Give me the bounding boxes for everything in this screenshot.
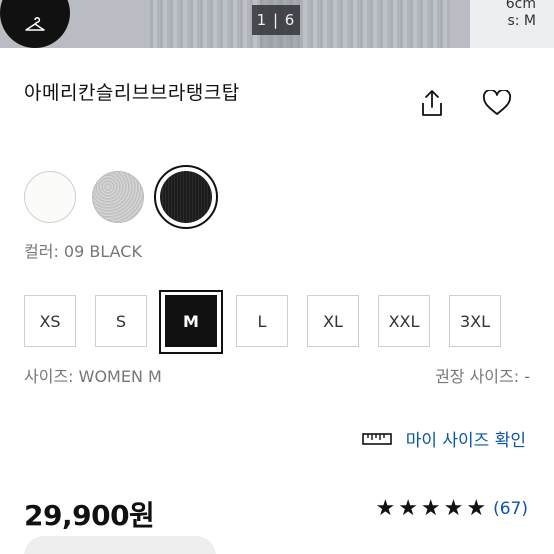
share-icon[interactable] [418,88,446,118]
my-size-label: 마이 사이즈 확인 [405,431,526,451]
rating[interactable]: ★★★★★ (67) [375,496,528,521]
size-option-xl[interactable]: XL [307,295,359,347]
ruler-icon [361,432,392,445]
size-label: 사이즈: WOMEN M [24,367,162,386]
size-option-s[interactable]: S [95,295,147,347]
product-price: 29,900원 [24,499,155,532]
color-swatch-black[interactable] [160,171,212,223]
product-image-carousel[interactable]: 6cm s: M 1 | 6 [0,0,554,48]
product-image [150,0,450,48]
size-info-text: 6cm s: M [506,0,536,30]
my-size-link[interactable]: 마이 사이즈 확인 [361,426,526,451]
product-title: 아메리칸슬리브브라탱크탑 [24,82,240,104]
size-info-line-1: 6cm [505,0,536,12]
size-option-3xl[interactable]: 3XL [449,295,501,347]
hanger-icon [25,17,45,31]
color-swatch-grey[interactable] [92,171,144,223]
size-option-m[interactable]: M [165,295,217,347]
review-count[interactable]: (67) [493,499,528,519]
bottom-action-button[interactable] [24,536,216,554]
color-label: 컬러: 09 BLACK [24,242,142,261]
size-option-xxl[interactable]: XXL [378,295,430,347]
rating-stars: ★★★★★ [375,496,490,521]
image-counter: 1 | 6 [252,5,300,35]
size-option-l[interactable]: L [236,295,288,347]
heart-icon[interactable] [482,90,512,116]
color-swatch-white[interactable] [24,171,76,223]
recommended-size-label: 권장 사이즈: - [435,367,530,386]
fitting-button[interactable] [0,0,70,48]
size-option-xs[interactable]: XS [24,295,76,347]
size-info-line-2: s: M [507,13,536,29]
